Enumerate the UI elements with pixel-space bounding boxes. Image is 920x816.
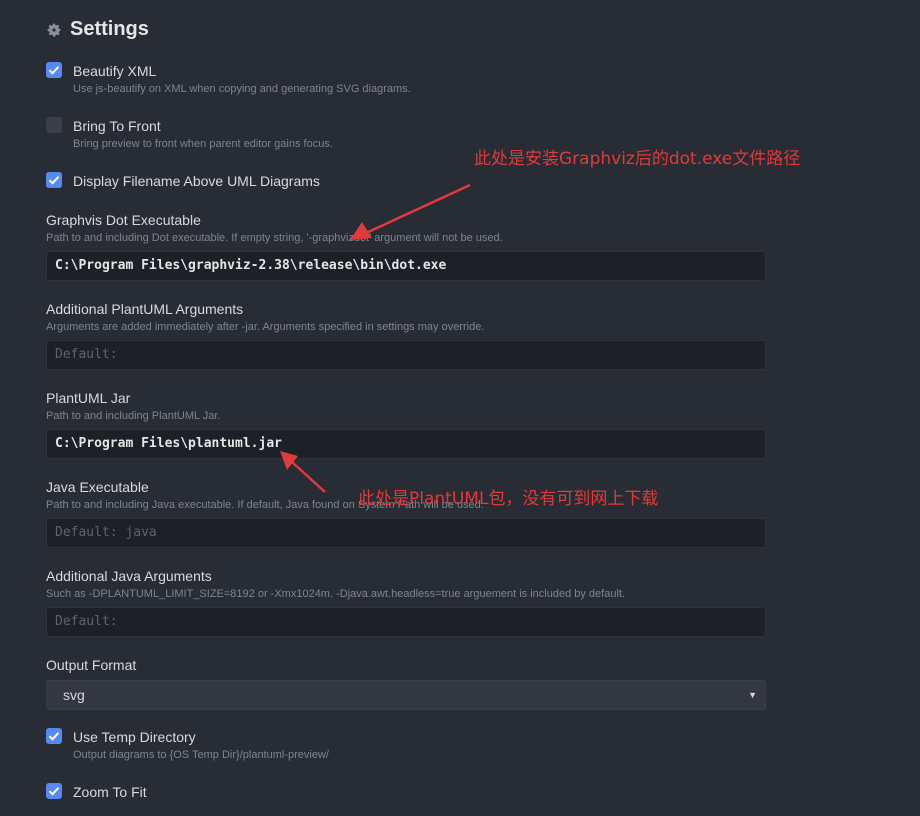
annotation-arrows [280, 183, 471, 493]
annotation-arrow-dot [350, 183, 471, 240]
settings-page: Settings Beautify XML Use js-beautify on… [0, 0, 920, 816]
annotation-arrow-jar [280, 451, 326, 493]
annotation-dot-note: 此处是安装Graphviz后的dot.exe文件路径 [474, 149, 801, 169]
annotation-jar-note: 此处是PlantUML包，没有可到网上下载 [358, 489, 659, 509]
